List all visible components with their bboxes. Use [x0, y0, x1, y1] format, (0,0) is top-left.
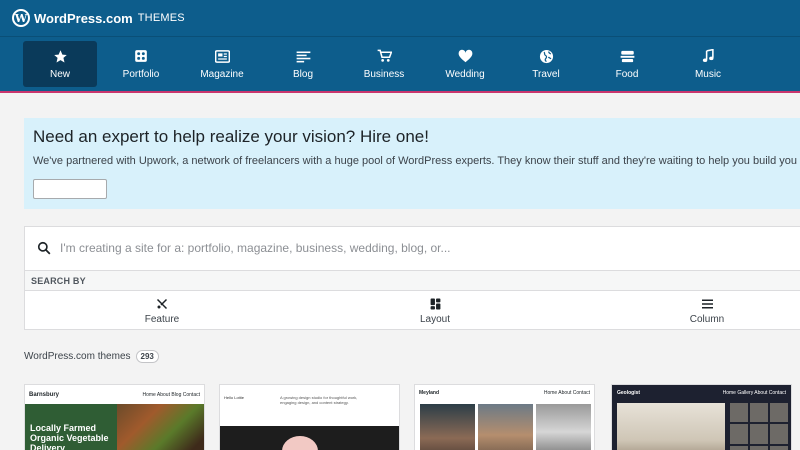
star-icon	[53, 48, 68, 64]
theme-preview-header: Barnsbury Home About Blog Contact	[25, 385, 204, 404]
search-by-label: SEARCH BY	[25, 271, 800, 291]
category-label: Business	[363, 69, 405, 80]
brand-name[interactable]: WordPress.com	[34, 11, 133, 26]
tools-icon	[156, 297, 168, 310]
theme-preview-tagline: Locally Farmed Organic Vegetable Deliver…	[30, 423, 109, 450]
category-business[interactable]: Business	[347, 41, 421, 87]
search-placeholder: I'm creating a site for a: portfolio, ma…	[60, 241, 451, 255]
theme-preview-text: A growing design studio for thoughtful w…	[280, 395, 358, 405]
wordpress-logo-icon[interactable]: W	[12, 9, 30, 27]
magazine-icon	[214, 48, 230, 64]
themes-heading-label: WordPress.com themes	[24, 351, 131, 362]
globe-icon	[539, 48, 554, 64]
category-label: Blog	[292, 69, 313, 80]
category-new[interactable]: New	[23, 41, 97, 87]
category-blog[interactable]: Blog	[266, 41, 340, 87]
heart-icon	[458, 48, 473, 64]
filter-layout[interactable]: Layout	[375, 297, 495, 325]
top-bar: W WordPress.com THEMES	[0, 0, 800, 36]
theme-preview-name: Hello Lottie	[224, 395, 245, 400]
category-food[interactable]: Food	[590, 41, 664, 87]
theme-preview-name: Meyland	[419, 389, 440, 396]
banner-title: Need an expert to help realize your visi…	[33, 127, 429, 146]
theme-preview-hero: Locally Farmed Organic Vegetable Deliver…	[25, 404, 204, 450]
food-icon	[620, 48, 635, 64]
theme-preview-header: Meyland Home About Contact	[415, 385, 594, 400]
filter-label: Feature	[144, 314, 180, 325]
category-magazine[interactable]: Magazine	[185, 41, 259, 87]
theme-preview-photo	[478, 404, 533, 450]
category-music[interactable]: Music	[671, 41, 745, 87]
category-label: Wedding	[445, 69, 485, 80]
theme-preview-nav: Home About Contact	[543, 389, 590, 396]
portfolio-icon	[134, 48, 148, 64]
banner-text: We've partnered with Upwork, a network o…	[33, 155, 798, 167]
theme-preview-name: Barnsbury	[29, 391, 60, 398]
blog-icon	[296, 48, 311, 64]
layout-icon	[430, 297, 441, 310]
category-label: Portfolio	[122, 69, 160, 80]
filter-feature[interactable]: Feature	[102, 297, 222, 325]
theme-preview-nav: Home About Blog Contact	[142, 391, 200, 398]
themes-heading: WordPress.com themes 293	[24, 350, 159, 363]
filter-column[interactable]: Column	[647, 297, 767, 325]
theme-preview-image	[617, 403, 725, 450]
theme-preview-image	[117, 404, 204, 450]
filter-label: Layout	[419, 314, 451, 325]
category-portfolio[interactable]: Portfolio	[104, 41, 178, 87]
category-wedding[interactable]: Wedding	[428, 41, 502, 87]
category-label: Travel	[532, 69, 560, 80]
theme-card-meyland[interactable]: Meyland Home About Contact	[414, 384, 595, 450]
theme-card-hello-lottie[interactable]: Hello Lottie A growing design studio for…	[219, 384, 400, 450]
search-input[interactable]: I'm creating a site for a: portfolio, ma…	[25, 227, 800, 271]
category-nav: New Portfolio Magazine Blog Business Wed…	[0, 36, 800, 93]
search-icon	[37, 241, 51, 260]
theme-preview-image	[220, 426, 399, 450]
category-label: New	[49, 69, 70, 80]
theme-preview-illustration	[282, 436, 318, 450]
theme-card-geologist[interactable]: Geologist Home Gallery About Contact	[611, 384, 792, 450]
theme-preview-photo	[536, 404, 591, 450]
theme-preview-name: Geologist	[617, 389, 641, 396]
category-label: Music	[694, 69, 722, 80]
theme-preview-photo	[420, 404, 475, 450]
category-travel[interactable]: Travel	[509, 41, 583, 87]
hire-expert-banner: Need an expert to help realize your visi…	[24, 118, 800, 209]
category-label: Magazine	[200, 69, 244, 80]
music-icon	[702, 48, 715, 64]
columns-icon	[701, 297, 713, 310]
theme-preview-header: Geologist Home Gallery About Contact	[612, 385, 791, 400]
theme-search-panel: I'm creating a site for a: portfolio, ma…	[24, 226, 800, 330]
theme-preview-nav: Home Gallery About Contact	[722, 389, 786, 396]
theme-preview-gallery	[730, 403, 788, 450]
themes-count-badge: 293	[135, 350, 159, 363]
theme-card-barnsbury[interactable]: Barnsbury Home About Blog Contact Locall…	[24, 384, 205, 450]
section-title: THEMES	[137, 12, 185, 24]
category-label: Food	[615, 69, 639, 80]
cart-icon	[377, 48, 392, 64]
hire-button[interactable]	[33, 179, 107, 199]
filter-label: Column	[689, 314, 725, 325]
